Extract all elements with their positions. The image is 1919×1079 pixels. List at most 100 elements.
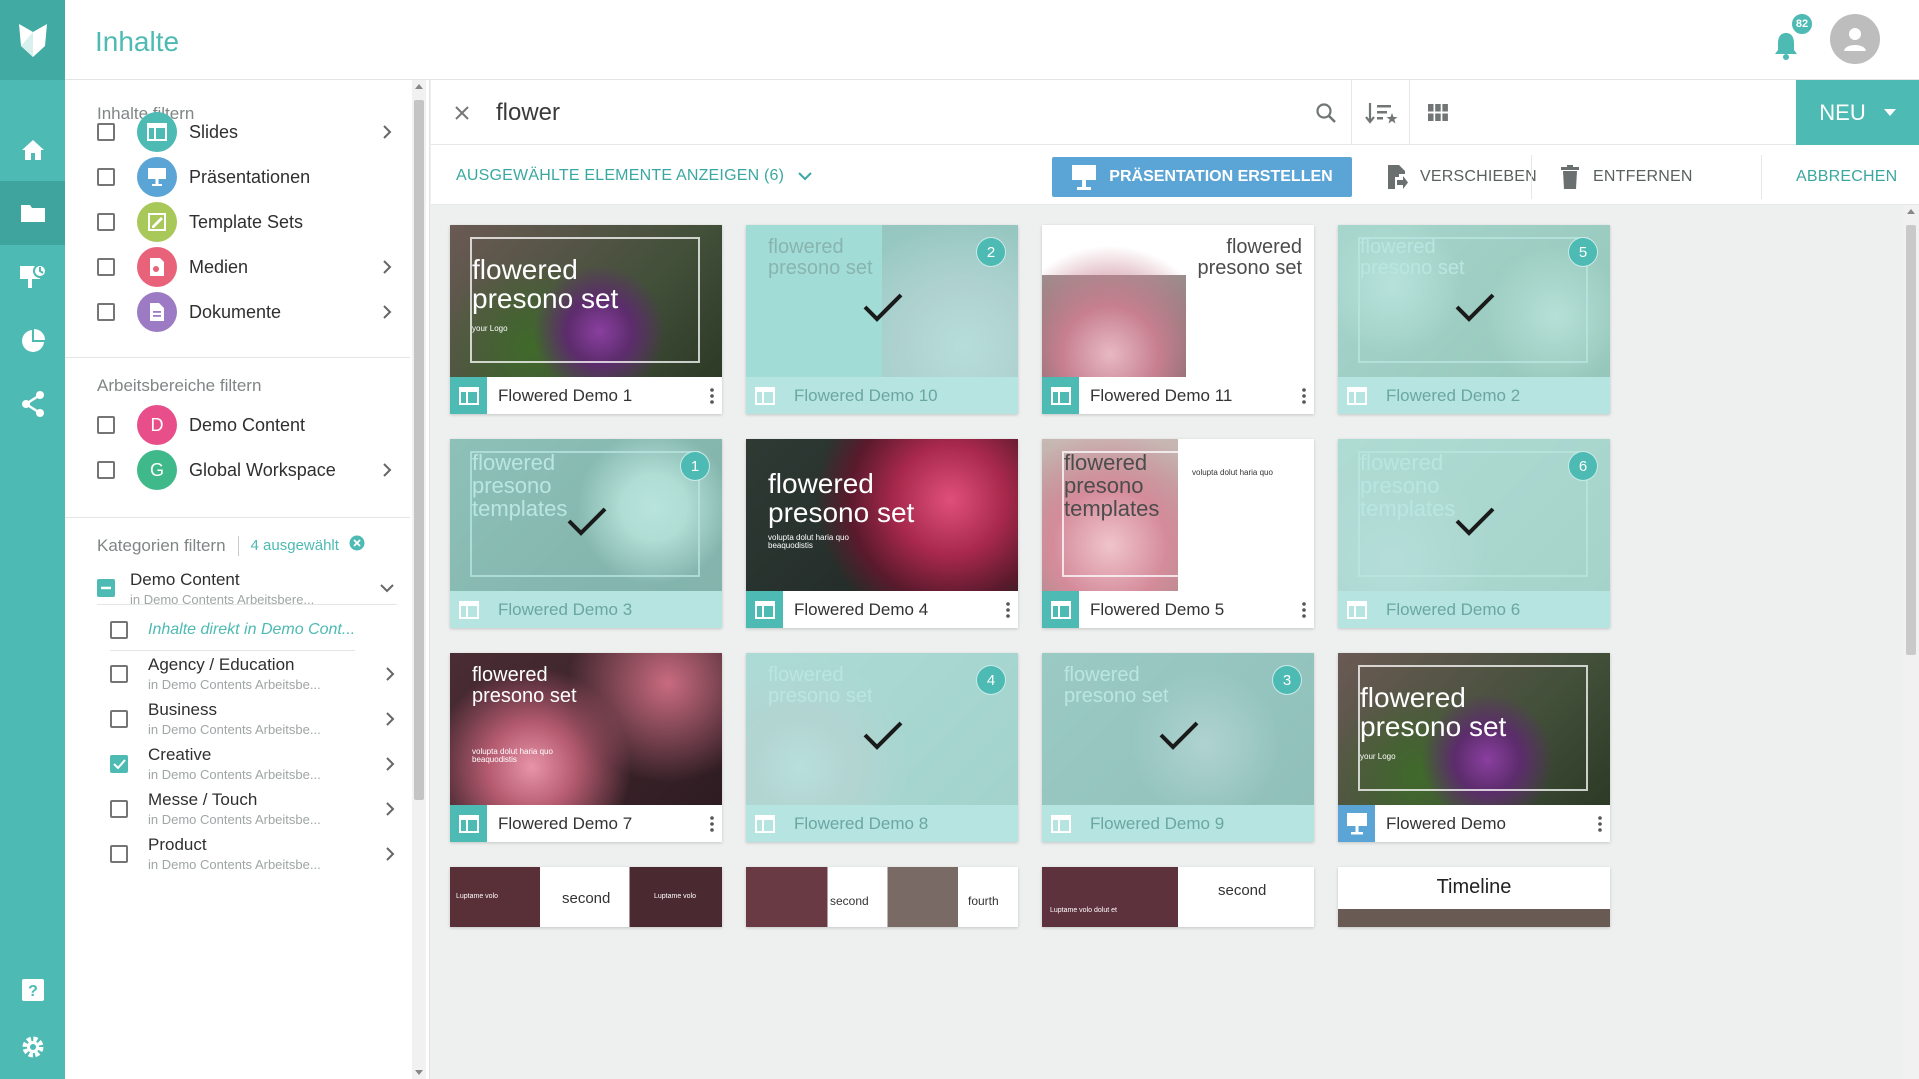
filter-type-presentations[interactable]: Präsentationen — [97, 152, 397, 202]
filter-scrollbar[interactable] — [412, 80, 426, 1079]
content-card[interactable]: flowered presono set your Logo Flowered D… — [1338, 653, 1610, 842]
new-button[interactable]: NEU — [1796, 80, 1919, 145]
grid-scrollbar-thumb[interactable] — [1906, 225, 1916, 655]
filter-checkbox[interactable] — [97, 213, 115, 231]
card-thumbnail[interactable]: flowered presono set your Logo — [450, 225, 722, 377]
search-input[interactable] — [496, 96, 1396, 130]
content-card[interactable]: Luptame volo second Luptame volo — [450, 867, 722, 927]
create-presentation-button[interactable]: PRÄSENTATION ERSTELLEN — [1052, 157, 1352, 197]
filter-checkbox[interactable] — [97, 168, 115, 186]
cancel-button[interactable]: ABBRECHEN — [1796, 157, 1897, 197]
more-vert-icon[interactable] — [1294, 377, 1314, 414]
chevron-right-icon[interactable] — [380, 844, 400, 864]
content-card[interactable]: second fourth — [746, 867, 1018, 927]
chevron-right-icon[interactable] — [377, 302, 397, 322]
logo-icon[interactable] — [0, 0, 65, 80]
filter-workspace-row[interactable]: D Demo Content — [97, 400, 397, 450]
card-thumbnail[interactable]: floweredpresonotemplates 6 — [1338, 439, 1610, 591]
pie-chart-icon[interactable] — [0, 309, 65, 373]
help-icon[interactable]: ? — [0, 958, 65, 1022]
card-thumbnail[interactable]: Timeline — [1338, 867, 1610, 927]
clear-search-icon[interactable] — [449, 100, 475, 126]
clear-categories-icon[interactable] — [349, 535, 365, 556]
content-card[interactable]: floweredpresonotemplates 1 Flowered Demo… — [450, 439, 722, 628]
filter-checkbox[interactable] — [97, 461, 115, 479]
card-thumbnail[interactable]: flowered presono set — [1042, 225, 1314, 377]
content-card[interactable]: floweredpresono set 3 Flowered Demo 9 — [1042, 653, 1314, 842]
card-thumbnail[interactable]: flowered presono set volupta dolut haria … — [450, 653, 722, 805]
card-thumbnail[interactable]: second fourth — [746, 867, 1018, 927]
more-vert-icon[interactable] — [1590, 805, 1610, 842]
card-thumbnail[interactable]: floweredpresono set 2 — [746, 225, 1018, 377]
filter-workspace-row[interactable]: G Global Workspace — [97, 445, 397, 495]
content-card[interactable]: floweredpresono set 4 Flowered Demo 8 — [746, 653, 1018, 842]
share-icon[interactable] — [0, 372, 65, 436]
category-checkbox[interactable] — [110, 844, 128, 863]
category-checkbox[interactable] — [110, 664, 128, 683]
card-thumbnail[interactable]: flowered presono set your Logo — [1338, 653, 1610, 805]
chevron-right-icon[interactable] — [380, 754, 400, 774]
card-thumbnail[interactable]: floweredpresono set 4 — [746, 653, 1018, 805]
category-checkbox[interactable] — [110, 799, 128, 818]
content-card[interactable]: flowered presono set your Logo Flowered D… — [450, 225, 722, 414]
filter-checkbox[interactable] — [97, 123, 115, 141]
filter-type-slides[interactable]: Slides — [97, 107, 397, 157]
remove-button[interactable]: ENTFERNEN — [1561, 157, 1693, 197]
more-vert-icon[interactable] — [998, 591, 1018, 628]
chevron-right-icon[interactable] — [380, 709, 400, 729]
thumb-headline: second — [1218, 882, 1267, 899]
card-thumbnail[interactable]: Luptame volo second Luptame volo — [450, 867, 722, 927]
chevron-right-icon[interactable] — [380, 664, 400, 684]
content-card[interactable]: flowered presono templates volupta dolut h… — [1042, 439, 1314, 628]
more-vert-icon[interactable] — [1294, 591, 1314, 628]
folder-icon[interactable] — [0, 181, 65, 245]
card-thumbnail[interactable]: flowered presono set volupta dolut haria … — [746, 439, 1018, 591]
home-icon[interactable] — [0, 118, 65, 182]
chevron-right-icon[interactable] — [380, 799, 400, 819]
settings-icon[interactable] — [0, 1015, 65, 1079]
scroll-down-icon[interactable] — [412, 1065, 426, 1079]
content-card[interactable]: Luptame volo dolut et second — [1042, 867, 1314, 927]
filter-checkbox[interactable] — [97, 416, 115, 434]
chevron-right-icon[interactable] — [377, 122, 397, 142]
grid-view-icon[interactable] — [1409, 80, 1465, 145]
content-card[interactable]: flowered presono set Flowered Demo 11 — [1042, 225, 1314, 414]
filter-type-documents[interactable]: Dokumente — [97, 287, 397, 337]
filter-checkbox[interactable] — [97, 303, 115, 321]
grid-scrollbar[interactable] — [1903, 205, 1919, 1079]
remove-label: ENTFERNEN — [1593, 168, 1693, 185]
presentation-icon[interactable] — [0, 245, 65, 309]
scroll-up-icon[interactable] — [412, 80, 426, 94]
sort-icon[interactable] — [1351, 80, 1409, 145]
category-row[interactable]: Product in Demo Contents Arbeitsbe... — [110, 826, 400, 881]
category-direct-checkbox[interactable] — [110, 620, 128, 639]
filter-type-media[interactable]: Medien — [97, 242, 397, 292]
filter-type-template-sets[interactable]: Template Sets — [97, 197, 397, 247]
scroll-up-icon[interactable] — [1903, 205, 1919, 219]
content-card[interactable]: flowered presono set volupta dolut haria … — [450, 653, 722, 842]
show-selected-button[interactable]: AUSGEWÄHLTE ELEMENTE ANZEIGEN (6) — [456, 167, 812, 185]
card-thumbnail[interactable]: floweredpresonotemplates 1 — [450, 439, 722, 591]
card-thumbnail[interactable]: floweredpresono set 5 — [1338, 225, 1610, 377]
filter-checkbox[interactable] — [97, 258, 115, 276]
chevron-down-icon[interactable] — [377, 578, 397, 598]
more-vert-icon[interactable] — [702, 377, 722, 414]
content-card[interactable]: floweredpresonotemplates 6 Flowered Demo… — [1338, 439, 1610, 628]
category-checkbox[interactable] — [110, 709, 128, 728]
filter-scrollbar-thumb[interactable] — [414, 100, 424, 800]
move-button[interactable]: VERSCHIEBEN — [1386, 157, 1537, 197]
category-parent-checkbox[interactable] — [97, 579, 115, 597]
category-checkbox[interactable] — [110, 754, 128, 773]
card-thumbnail[interactable]: floweredpresono set 3 — [1042, 653, 1314, 805]
content-card[interactable]: floweredpresono set 2 Flowered Demo 10 — [746, 225, 1018, 414]
chevron-right-icon[interactable] — [377, 460, 397, 480]
search-icon[interactable] — [1301, 80, 1351, 145]
content-card[interactable]: flowered presono set volupta dolut haria … — [746, 439, 1018, 628]
content-card[interactable]: Timeline — [1338, 867, 1610, 927]
more-vert-icon[interactable] — [702, 805, 722, 842]
content-card[interactable]: floweredpresono set 5 Flowered Demo 2 — [1338, 225, 1610, 414]
user-avatar[interactable] — [1830, 14, 1880, 64]
chevron-right-icon[interactable] — [377, 257, 397, 277]
card-thumbnail[interactable]: flowered presono templates volupta dolut h… — [1042, 439, 1314, 591]
card-thumbnail[interactable]: Luptame volo dolut et second — [1042, 867, 1314, 927]
